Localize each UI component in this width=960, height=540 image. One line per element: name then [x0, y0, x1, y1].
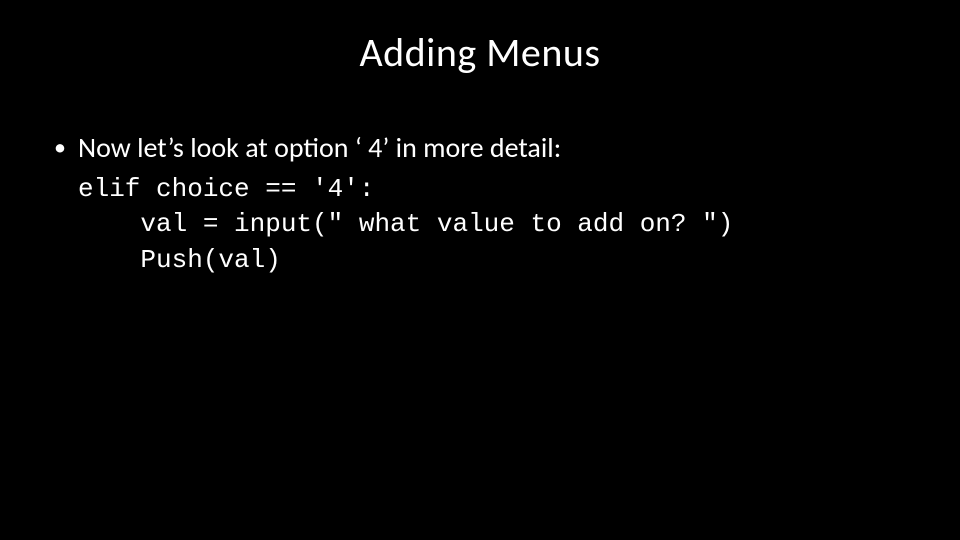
code-line: elif choice == '4':	[78, 174, 374, 204]
code-line: Push(val)	[78, 245, 281, 275]
bullet-text: Now let’s look at option ‘ 4’ in more de…	[78, 130, 561, 165]
code-block: elif choice == '4': val = input(" what v…	[78, 172, 912, 277]
bullet-item: Now let’s look at option ‘ 4’ in more de…	[48, 130, 912, 166]
slide-title: Adding Menus	[0, 28, 960, 77]
bullet-list: Now let’s look at option ‘ 4’ in more de…	[48, 130, 912, 166]
slide: Adding Menus Now let’s look at option ‘ …	[0, 0, 960, 540]
code-line: val = input(" what value to add on? ")	[78, 209, 733, 239]
slide-body: Now let’s look at option ‘ 4’ in more de…	[48, 130, 912, 278]
